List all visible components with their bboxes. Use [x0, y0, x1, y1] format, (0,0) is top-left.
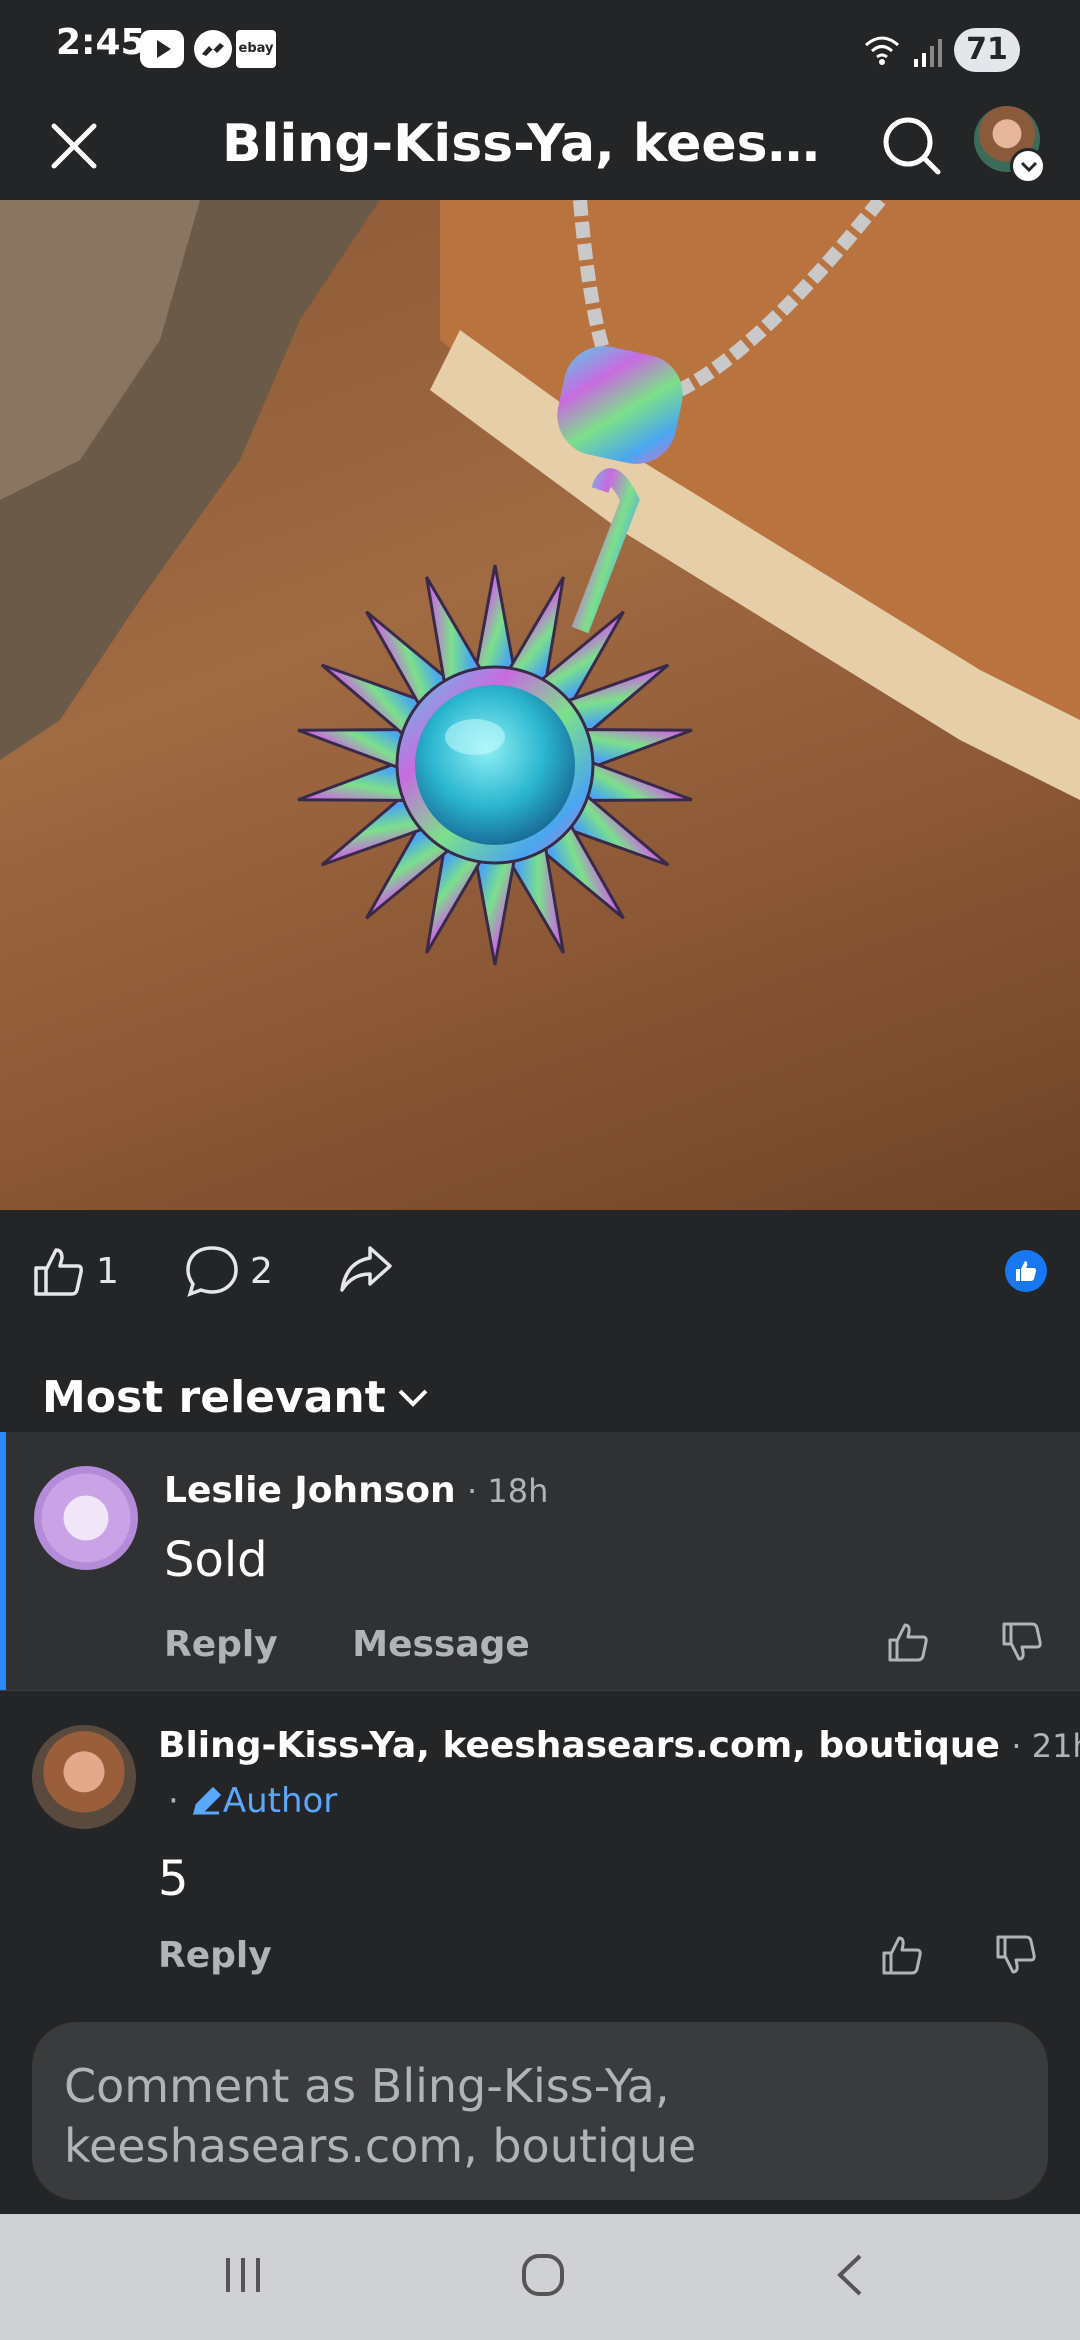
message-button[interactable]: Message: [352, 1624, 530, 1665]
status-bar: 2:45 ebay 71: [0, 0, 1080, 96]
comment-time: 21h: [1031, 1727, 1080, 1765]
post-header: Bling-Kiss-Ya, keeshasears.com, boutique: [0, 96, 1080, 200]
like-button[interactable]: 1: [32, 1244, 119, 1298]
comment-sort-dropdown[interactable]: Most relevant: [42, 1372, 430, 1423]
system-nav-bar: [0, 2214, 1080, 2340]
comment-actions: Reply Message: [164, 1624, 592, 1665]
comment-text: Sold: [164, 1532, 268, 1588]
reply-button[interactable]: Reply: [158, 1935, 272, 1976]
status-time: 2:45: [56, 22, 146, 63]
recent-apps-icon[interactable]: [218, 2250, 268, 2300]
chevron-down-icon[interactable]: [1010, 148, 1046, 184]
signal-icon: [914, 39, 942, 67]
comment-input[interactable]: Comment as Bling-Kiss-Ya, keeshasears.co…: [32, 2022, 1048, 2200]
pencil-icon: [192, 1786, 221, 1816]
downvote-icon[interactable]: [1000, 1620, 1044, 1664]
downvote-icon[interactable]: [994, 1933, 1038, 1977]
commenter-name[interactable]: Leslie Johnson: [164, 1470, 456, 1511]
sun-pendant-illustration: [0, 200, 1080, 966]
comment-icon: [186, 1246, 238, 1297]
like-count: 1: [96, 1250, 119, 1292]
author-badge: · Author: [168, 1781, 338, 1821]
home-icon[interactable]: [518, 2250, 568, 2300]
comment-count: 2: [250, 1250, 273, 1292]
share-icon: [340, 1246, 392, 1292]
ebay-icon: ebay: [236, 30, 276, 68]
sort-label: Most relevant: [42, 1372, 386, 1423]
messenger-icon: [194, 30, 232, 68]
battery-indicator: 71: [954, 28, 1020, 72]
commenter-name[interactable]: Bling-Kiss-Ya, keeshasears.com, boutique: [158, 1725, 1000, 1766]
share-button[interactable]: [338, 1244, 394, 1294]
comment-time: 18h: [487, 1472, 549, 1510]
youtube-icon: [140, 30, 184, 68]
like-reaction-icon: [1005, 1250, 1047, 1292]
post-photo[interactable]: [0, 200, 1080, 1210]
post-action-bar: 1 2: [0, 1210, 1080, 1330]
close-icon[interactable]: [44, 116, 104, 176]
chevron-down-icon: [398, 1389, 428, 1407]
upvote-icon[interactable]: [886, 1620, 930, 1664]
reply-button[interactable]: Reply: [164, 1624, 278, 1665]
comment-button[interactable]: 2: [184, 1244, 273, 1298]
comment-header: Leslie Johnson · 18h: [164, 1470, 549, 1511]
wifi-icon: [865, 36, 899, 65]
back-icon[interactable]: [826, 2250, 876, 2300]
thumbs-up-icon: [34, 1248, 83, 1296]
author-label: Author: [222, 1781, 338, 1821]
comment-header: Bling-Kiss-Ya, keeshasears.com, boutique…: [158, 1725, 1080, 1766]
comment-text: 5: [158, 1851, 189, 1907]
comment-item: Leslie Johnson · 18h Sold Reply Message: [0, 1432, 1080, 1690]
avatar[interactable]: [34, 1466, 138, 1570]
comment-composer-area: Comment as Bling-Kiss-Ya, keeshasears.co…: [0, 2008, 1080, 2214]
comment-item: Bling-Kiss-Ya, keeshasears.com, boutique…: [0, 1690, 1080, 2008]
comment-actions: Reply: [158, 1935, 334, 1976]
avatar[interactable]: [32, 1725, 136, 1829]
upvote-icon[interactable]: [880, 1933, 924, 1977]
page-title: Bling-Kiss-Ya, keeshasears.com, boutique: [222, 114, 852, 174]
search-icon[interactable]: [876, 110, 948, 182]
